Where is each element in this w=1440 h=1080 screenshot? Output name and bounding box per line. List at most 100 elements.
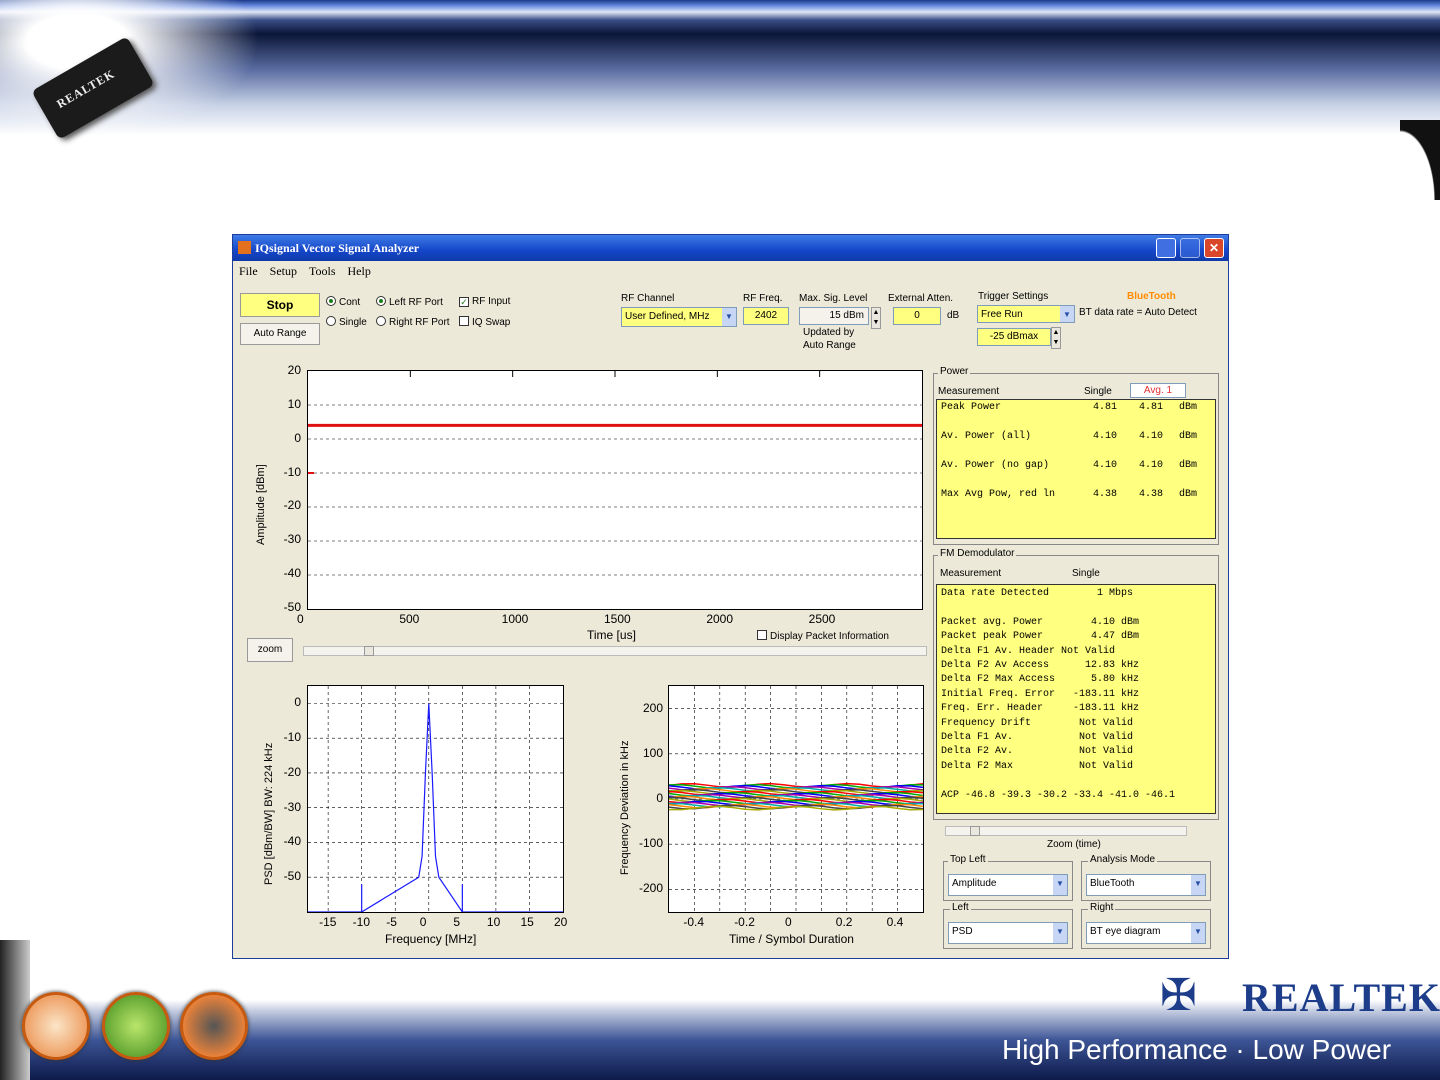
minimize-button[interactable] xyxy=(1156,238,1176,258)
tick-label: -15 xyxy=(319,915,337,929)
max-sig-level-input[interactable]: 15 dBm xyxy=(799,307,869,325)
amplitude-xlabel: Time [us] xyxy=(587,628,636,642)
tick-label: -100 xyxy=(638,836,663,851)
power-name: Max Avg Pow, red ln xyxy=(941,489,1056,500)
left-rf-port-radio[interactable]: Left RF Port xyxy=(376,296,443,308)
analyzer-window: IQsignal Vector Signal Analyzer ✕ File Se… xyxy=(232,234,1229,959)
fm-line: Delta F2 Max Access 5.80 kHz xyxy=(941,674,1140,686)
display-packet-checkbox[interactable]: Display Packet Information xyxy=(757,630,889,642)
left-label: Left xyxy=(950,902,971,913)
chevron-down-icon: ▼ xyxy=(1191,923,1205,943)
tick-label: -20 xyxy=(283,764,301,779)
amplitude-ylabel: Amplitude [dBm] xyxy=(255,464,267,545)
app-icon xyxy=(238,241,251,254)
tick-label: 0 xyxy=(419,915,427,929)
tick-label: 10 xyxy=(486,915,501,929)
power-row: Av. Power (all) 4.10 4.10 dBm xyxy=(941,431,1213,445)
psd-plot xyxy=(307,685,564,914)
tick-label: -10 xyxy=(283,730,301,745)
chevron-down-icon: ▼ xyxy=(1060,306,1074,322)
left-select[interactable]: PSD ▼ xyxy=(948,922,1068,944)
tick-label: 15 xyxy=(520,915,534,929)
single-radio[interactable]: Single xyxy=(326,316,367,328)
power-results-box: Peak Power 4.81 4.81 dBm Av. Power (all) 4.10… xyxy=(936,399,1216,539)
right-select[interactable]: BT eye diagram ▼ xyxy=(1086,922,1206,944)
realtek-wordmark: REALTEK xyxy=(1242,975,1440,1020)
fm-results-box: Data rate Detected 1 Mbps Packet avg. Po… xyxy=(936,584,1216,814)
power-single: 4.38 xyxy=(1093,489,1118,500)
chevron-down-icon: ▼ xyxy=(1191,875,1205,895)
fm-line: Delta F1 Av. Not Valid xyxy=(941,732,1134,744)
eye-diagram-svg xyxy=(668,686,924,912)
fm-line: Data rate Detected 1 Mbps xyxy=(941,588,1134,599)
fm-line: Packet avg. Power 4.10 dBm xyxy=(941,616,1140,628)
menu-setup[interactable]: Setup xyxy=(270,264,297,278)
fm-line: Delta F2 Av. Not Valid xyxy=(941,746,1134,758)
tick-label: -40 xyxy=(283,834,301,849)
trigger-level-spinner[interactable]: ▲ ▼ xyxy=(1051,327,1061,349)
tick-label: 5 xyxy=(453,915,461,929)
external-atten-label: External Atten. xyxy=(888,293,954,304)
amplitude-plot xyxy=(307,370,923,610)
tick-label: 0 xyxy=(785,915,792,929)
stop-button[interactable]: Stop xyxy=(240,293,320,317)
tick-label: -30 xyxy=(283,799,301,814)
tick-label: 1000 xyxy=(501,612,529,626)
power-unit: dBm xyxy=(1179,402,1198,413)
tick-label: 2000 xyxy=(706,612,734,626)
cont-radio[interactable]: Cont xyxy=(326,296,360,308)
bt-data-rate-label: BT data rate = Auto Detect xyxy=(1079,307,1197,318)
zoom-button[interactable]: zoom xyxy=(247,638,293,662)
power-single: 4.81 xyxy=(1093,402,1118,413)
fm-line xyxy=(941,601,1211,615)
close-button[interactable]: ✕ xyxy=(1204,238,1224,258)
rf-freq-input[interactable]: 2402 xyxy=(743,307,789,325)
time-scroll-slider[interactable] xyxy=(303,646,927,656)
power-row: Av. Power (no gap) 4.10 4.10 dBm xyxy=(941,460,1213,474)
tick-label: 0 xyxy=(656,791,663,805)
realtek-crab-icon: ✠ xyxy=(1160,971,1197,1020)
left-group: Left PSD ▼ xyxy=(943,902,1073,949)
fm-line: Delta F1 Av. Header Not Valid xyxy=(941,645,1116,657)
menu-help[interactable]: Help xyxy=(348,264,371,278)
updated-by-label: Updated by xyxy=(803,327,855,338)
zoom-time-slider[interactable] xyxy=(945,826,1187,836)
top-left-label: Top Left xyxy=(948,854,988,865)
tick-label: 200 xyxy=(642,700,663,715)
analysis-mode-select[interactable]: BlueTooth ▼ xyxy=(1086,874,1206,896)
rf-input-checkbox[interactable]: ✓ RF Input xyxy=(459,296,510,307)
fm-line: Packet peak Power 4.47 dBm xyxy=(941,631,1140,643)
menu-tools[interactable]: Tools xyxy=(309,264,336,278)
psd-xticks: -15 -10 -5 0 5 10 15 20 xyxy=(307,915,567,931)
trigger-level-input[interactable]: -25 dBmax xyxy=(977,328,1051,346)
psd-xlabel: Frequency [MHz] xyxy=(385,932,477,946)
tick-label: -30 xyxy=(283,532,301,547)
fm-demod-panel: FM Demodulator Measurement Single Data r… xyxy=(933,548,1219,820)
fm-line: Frequency Drift Not Valid xyxy=(941,717,1134,729)
power-avg-count[interactable]: Avg. 1 xyxy=(1130,383,1186,398)
rf-channel-select[interactable]: User Defined, MHz ▼ xyxy=(621,307,737,327)
power-avg: 4.81 xyxy=(1139,402,1164,413)
power-row: Max Avg Pow, red ln 4.38 4.38 dBm xyxy=(941,489,1213,503)
menu-file[interactable]: File xyxy=(239,264,258,278)
tick-label: 0.2 xyxy=(835,915,853,929)
max-sig-spinner[interactable]: ▲ ▼ xyxy=(871,307,881,329)
power-single: 4.10 xyxy=(1093,431,1118,442)
eye-yticks: 200 100 0 -100 -200 xyxy=(629,685,665,913)
trigger-mode-select[interactable]: Free Run ▼ xyxy=(977,305,1075,323)
power-row: Peak Power 4.81 4.81 dBm xyxy=(941,402,1213,416)
menu-bar: File Setup Tools Help xyxy=(233,261,1228,281)
iq-swap-checkbox[interactable]: IQ Swap xyxy=(459,316,510,328)
fm-line: Freq. Err. Header -183.11 kHz xyxy=(941,703,1140,715)
right-rf-port-radio[interactable]: Right RF Port xyxy=(376,316,450,328)
power-avg: 4.38 xyxy=(1139,489,1164,500)
auto-range-button[interactable]: Auto Range xyxy=(240,323,320,345)
trigger-settings-label: Trigger Settings xyxy=(978,291,1049,302)
power-name: Av. Power (no gap) xyxy=(941,460,1050,471)
tick-label: 0 xyxy=(294,430,301,445)
slide-circle-icon-1 xyxy=(22,992,90,1060)
tick-label: 10 xyxy=(287,396,301,411)
maximize-button[interactable] xyxy=(1180,238,1200,258)
top-left-select[interactable]: Amplitude ▼ xyxy=(948,874,1068,896)
external-atten-input[interactable]: 0 xyxy=(893,307,941,325)
